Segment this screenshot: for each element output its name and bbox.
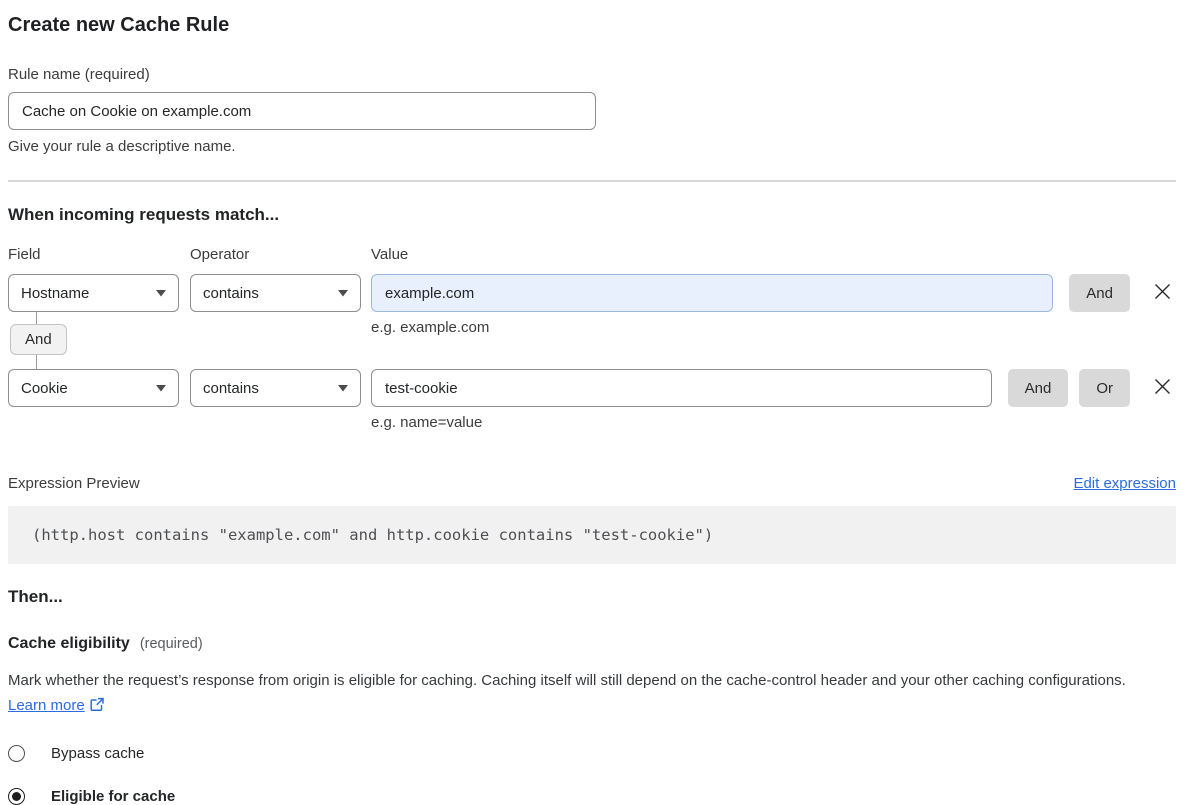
condition-row-1: Hostname contains And: [8, 274, 1176, 312]
then-section-heading: Then...: [8, 586, 1176, 608]
add-and-condition-button-row1[interactable]: And: [1069, 274, 1130, 312]
value-hint-row1: e.g. example.com: [371, 319, 489, 336]
cache-eligibility-heading-row: Cache eligibility (required): [8, 635, 1176, 653]
radio-checked-icon: [8, 788, 25, 805]
section-divider: [8, 180, 1176, 182]
condition-column-labels: Field Operator Value: [8, 246, 1176, 263]
connector-and-toggle[interactable]: And: [10, 324, 67, 355]
operator-column-label: Operator: [190, 246, 371, 263]
radio-option-bypass-cache[interactable]: Bypass cache: [8, 745, 1176, 762]
value-hint-row2: e.g. name=value: [371, 414, 1176, 431]
expression-preview-label: Expression Preview: [8, 475, 140, 492]
operator-select-row2-value: contains: [203, 380, 259, 397]
rule-name-label: Rule name (required): [8, 66, 1176, 83]
remove-condition-button-row1[interactable]: [1152, 283, 1172, 303]
operator-select-row1-value: contains: [203, 285, 259, 302]
field-select-row1[interactable]: Hostname: [8, 274, 179, 312]
condition-row-2: Cookie contains And Or: [8, 369, 1176, 407]
rule-name-help: Give your rule a descriptive name.: [8, 138, 1176, 155]
expression-preview-header: Expression Preview Edit expression: [8, 475, 1176, 492]
field-select-row1-value: Hostname: [21, 285, 89, 302]
field-select-row2-value: Cookie: [21, 380, 68, 397]
operator-select-row1[interactable]: contains: [190, 274, 361, 312]
expression-preview-code: (http.host contains "example.com" and ht…: [8, 506, 1176, 564]
chevron-down-icon: [156, 385, 166, 392]
remove-condition-button-row2[interactable]: [1152, 378, 1172, 398]
required-note: (required): [140, 636, 203, 652]
chevron-down-icon: [338, 290, 348, 297]
add-or-condition-button-row2[interactable]: Or: [1079, 369, 1130, 407]
close-icon: [1154, 283, 1171, 303]
value-input-row1[interactable]: [371, 274, 1053, 312]
field-select-row2[interactable]: Cookie: [8, 369, 179, 407]
radio-unchecked-icon: [8, 745, 25, 762]
condition-connector-region: And e.g. example.com: [8, 312, 1176, 369]
chevron-down-icon: [338, 385, 348, 392]
cache-eligibility-description-text: Mark whether the request’s response from…: [8, 672, 1126, 689]
cache-eligibility-heading: Cache eligibility: [8, 635, 130, 653]
field-column-label: Field: [8, 246, 190, 263]
create-cache-rule-page: Create new Cache Rule Rule name (require…: [0, 0, 1192, 805]
edit-expression-link[interactable]: Edit expression: [1073, 475, 1176, 492]
learn-more-link[interactable]: Learn more: [8, 697, 85, 714]
cache-eligibility-description: Mark whether the request’s response from…: [8, 668, 1158, 720]
operator-select-row2[interactable]: contains: [190, 369, 361, 407]
chevron-down-icon: [156, 290, 166, 297]
match-section-heading: When incoming requests match...: [8, 204, 1176, 226]
radio-option-eligible-for-cache[interactable]: Eligible for cache: [8, 788, 1176, 805]
radio-label-bypass-cache: Bypass cache: [51, 745, 144, 762]
external-link-icon: [90, 695, 105, 720]
page-title: Create new Cache Rule: [8, 12, 1176, 38]
rule-name-input[interactable]: [8, 92, 596, 130]
value-column-label: Value: [371, 246, 1176, 263]
value-input-row2[interactable]: [371, 369, 992, 407]
close-icon: [1154, 378, 1171, 398]
add-and-condition-button-row2[interactable]: And: [1008, 369, 1069, 407]
radio-label-eligible-for-cache: Eligible for cache: [51, 788, 175, 805]
